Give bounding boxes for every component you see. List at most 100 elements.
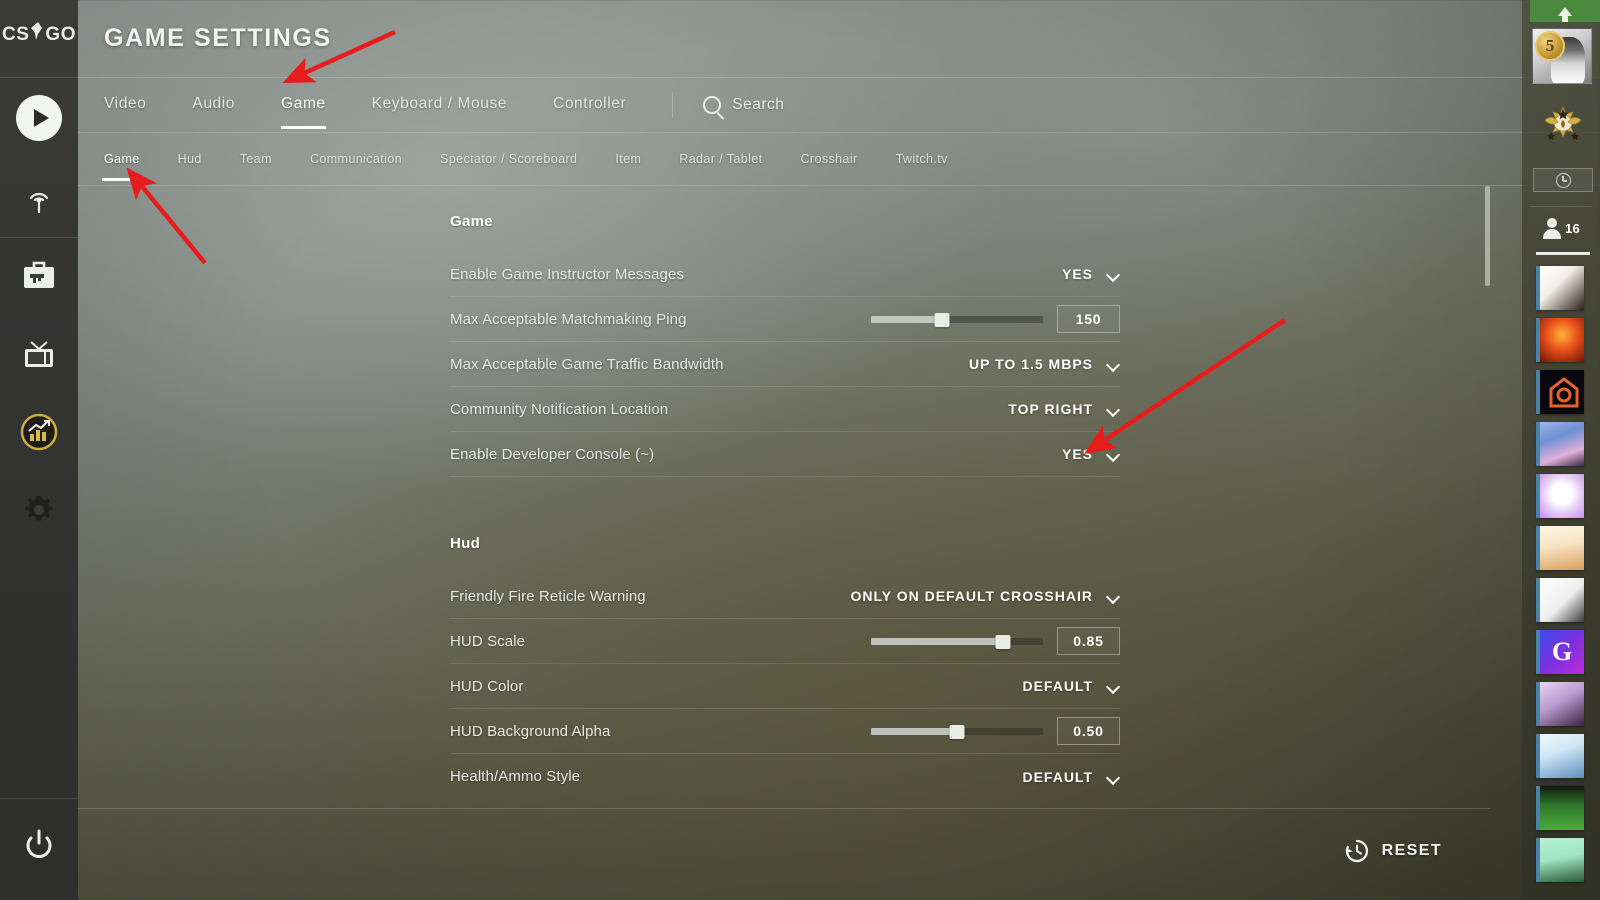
setting-label: HUD Background Alpha xyxy=(450,722,611,740)
list-item[interactable] xyxy=(1536,422,1584,466)
tab-audio[interactable]: Audio xyxy=(192,95,235,115)
settings-gear-icon xyxy=(25,496,53,521)
watch-broadcast-icon xyxy=(29,192,49,214)
hud-background-alpha-value-input[interactable]: 0.50 xyxy=(1057,717,1120,745)
setting-label: Max Acceptable Game Traffic Bandwidth xyxy=(450,355,724,373)
setting-value[interactable]: DEFAULT xyxy=(1022,678,1093,694)
subtab-game[interactable]: Game xyxy=(102,152,144,181)
list-item[interactable] xyxy=(1536,838,1584,882)
setting-value[interactable]: UP TO 1.5 MBPS xyxy=(969,356,1093,372)
sidebar-item-watch[interactable] xyxy=(0,174,78,218)
chevron-down-icon[interactable] xyxy=(1107,450,1120,458)
upload-arrow-icon xyxy=(1558,6,1572,22)
list-item[interactable] xyxy=(1536,474,1584,518)
playtime-button[interactable] xyxy=(1533,168,1593,192)
chevron-down-icon[interactable] xyxy=(1107,270,1120,278)
subtab-twitch-tv[interactable]: Twitch.tv xyxy=(896,152,948,166)
list-item[interactable] xyxy=(1536,266,1584,310)
matchmaking-ping-slider[interactable] xyxy=(871,312,1043,327)
clock-icon xyxy=(1555,172,1571,188)
list-item[interactable] xyxy=(1536,526,1584,570)
logo-go-text: GO xyxy=(45,24,76,45)
csgo-logo: CS GO xyxy=(0,22,78,48)
list-item[interactable] xyxy=(1536,318,1584,362)
matchmaking-ping-value-input[interactable]: 150 xyxy=(1057,305,1120,333)
setting-label: Enable Game Instructor Messages xyxy=(450,265,685,283)
setting-row-enable-game-instructor-messages[interactable]: Enable Game Instructor Messages YES xyxy=(450,252,1120,297)
tab-divider xyxy=(672,92,674,118)
subtab-radar-tablet[interactable]: Radar / Tablet xyxy=(679,152,762,166)
tab-controller[interactable]: Controller xyxy=(553,95,626,115)
subtab-team[interactable]: Team xyxy=(240,152,272,166)
logo-cs-text: CS xyxy=(2,24,30,45)
logo-knife-icon xyxy=(29,21,45,47)
setting-value[interactable]: YES xyxy=(1062,266,1093,282)
sidebar-item-settings[interactable] xyxy=(0,490,78,530)
list-item[interactable] xyxy=(1536,578,1584,622)
reset-button[interactable]: RESET xyxy=(1344,838,1442,864)
history-reset-icon xyxy=(1344,838,1370,864)
setting-row-health-ammo-style[interactable]: Health/Ammo Style DEFAULT xyxy=(450,754,1120,799)
primary-tab-bar: Video Audio Game Keyboard / Mouse Contro… xyxy=(78,78,1600,132)
setting-row-community-notification-location[interactable]: Community Notification Location TOP RIGH… xyxy=(450,387,1120,432)
reset-label: RESET xyxy=(1381,842,1442,859)
setting-value[interactable]: TOP RIGHT xyxy=(1008,401,1093,417)
friends-active-indicator xyxy=(1536,252,1590,255)
sidebar-item-tune-in[interactable] xyxy=(0,334,78,376)
setting-row-hud-background-alpha[interactable]: HUD Background Alpha 0.50 xyxy=(450,709,1120,754)
setting-row-enable-developer-console[interactable]: Enable Developer Console (~) YES xyxy=(450,432,1120,477)
subtab-spectator-scoreboard[interactable]: Spectator / Scoreboard xyxy=(440,152,577,166)
list-item[interactable] xyxy=(1536,370,1584,414)
list-item[interactable] xyxy=(1536,786,1584,830)
hud-scale-value-input[interactable]: 0.85 xyxy=(1057,627,1120,655)
subtab-item[interactable]: Item xyxy=(615,152,641,166)
person-icon xyxy=(1542,218,1562,239)
upload-button[interactable] xyxy=(1530,0,1600,22)
content-scrollbar-track[interactable] xyxy=(1485,186,1490,808)
setting-label: Max Acceptable Matchmaking Ping xyxy=(450,310,687,328)
friends-count: 16 xyxy=(1564,220,1581,236)
setting-row-hud-color[interactable]: HUD Color DEFAULT xyxy=(450,664,1120,709)
service-medal-badge[interactable] xyxy=(1540,100,1586,146)
steam-overlay-rail: 5 16 G xyxy=(1522,0,1600,900)
play-icon xyxy=(16,95,62,141)
setting-value[interactable]: YES xyxy=(1062,446,1093,462)
chevron-down-icon[interactable] xyxy=(1107,773,1120,781)
search-button[interactable]: Search xyxy=(703,96,784,114)
subtab-hud[interactable]: Hud xyxy=(178,152,202,166)
sidebar-item-inventory[interactable] xyxy=(0,254,78,296)
chevron-down-icon[interactable] xyxy=(1107,360,1120,368)
hud-background-alpha-slider[interactable] xyxy=(871,724,1043,739)
sidebar-item-quit[interactable] xyxy=(0,823,78,865)
sidebar-item-progress[interactable] xyxy=(0,411,78,453)
subtab-communication[interactable]: Communication xyxy=(310,152,402,166)
list-item[interactable] xyxy=(1536,682,1584,726)
setting-label: Community Notification Location xyxy=(450,400,669,418)
list-item[interactable]: G xyxy=(1536,630,1584,674)
setting-row-friendly-fire-reticle-warning[interactable]: Friendly Fire Reticle Warning ONLY ON DE… xyxy=(450,574,1120,619)
content-scrollbar-thumb[interactable] xyxy=(1485,186,1490,286)
setting-value[interactable]: ONLY ON DEFAULT CROSSHAIR xyxy=(850,588,1093,604)
profile-avatar[interactable]: 5 xyxy=(1532,28,1592,84)
power-icon xyxy=(26,829,52,858)
search-label: Search xyxy=(732,96,785,113)
setting-row-max-acceptable-matchmaking-ping[interactable]: Max Acceptable Matchmaking Ping 150 xyxy=(450,297,1120,342)
friends-header[interactable]: 16 xyxy=(1522,218,1600,239)
chevron-down-icon[interactable] xyxy=(1107,405,1120,413)
chevron-down-icon[interactable] xyxy=(1107,682,1120,690)
footer: RESET xyxy=(78,808,1490,900)
section-title-game: Game xyxy=(450,213,493,230)
tab-video[interactable]: Video xyxy=(104,95,146,115)
tab-keyboard-mouse[interactable]: Keyboard / Mouse xyxy=(372,95,507,115)
setting-row-hud-scale[interactable]: HUD Scale 0.85 xyxy=(450,619,1120,664)
subtab-crosshair[interactable]: Crosshair xyxy=(800,152,857,166)
tab-game[interactable]: Game xyxy=(281,95,326,129)
sidebar-item-play[interactable] xyxy=(0,94,78,142)
hud-scale-slider[interactable] xyxy=(871,634,1043,649)
list-item[interactable] xyxy=(1536,734,1584,778)
setting-label: Health/Ammo Style xyxy=(450,768,581,785)
chevron-down-icon[interactable] xyxy=(1107,592,1120,600)
setting-value[interactable]: DEFAULT xyxy=(1022,769,1093,785)
setting-row-max-acceptable-game-traffic-bandwidth[interactable]: Max Acceptable Game Traffic Bandwidth UP… xyxy=(450,342,1120,387)
inventory-icon xyxy=(24,261,54,288)
